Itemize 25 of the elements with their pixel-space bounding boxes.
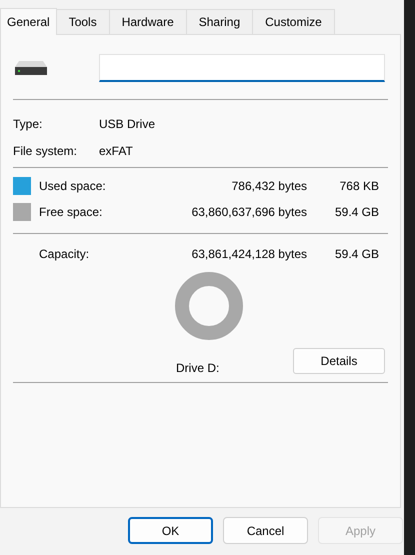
- space-label: Used space:: [39, 178, 107, 195]
- tab[interactable]: Sharing: [186, 9, 254, 34]
- donut-drawing: [174, 272, 242, 340]
- space-bytes: 786,432 bytes: [230, 178, 307, 195]
- dialog-button[interactable]: OK: [128, 517, 213, 544]
- capacity-label: Capacity:: [39, 246, 90, 263]
- name-field[interactable]: [99, 54, 385, 82]
- space-size: 768 KB: [338, 178, 379, 195]
- space-label: Free space:: [39, 204, 104, 221]
- tab[interactable]: Customize: [253, 9, 335, 34]
- space-bytes: 63,860,637,696 bytes: [190, 204, 307, 221]
- property-label: Type:: [13, 116, 44, 132]
- property-value: USB Drive: [99, 116, 156, 132]
- capacity-size: 59.4 GB: [334, 246, 379, 263]
- drive-icon: [15, 61, 47, 75]
- dialog-button[interactable]: Cancel: [223, 517, 308, 544]
- capacity-bytes: 63,861,424,128 bytes: [190, 246, 307, 263]
- property-label: File system:: [13, 142, 78, 160]
- tab[interactable]: General: [0, 8, 57, 35]
- tab[interactable]: Hardware: [110, 9, 187, 34]
- details-button[interactable]: Details: [293, 348, 385, 374]
- tab[interactable]: Tools: [56, 9, 110, 34]
- space-size: 59.4 GB: [334, 204, 379, 221]
- drive-label: Drive D:: [176, 360, 220, 377]
- property-value: exFAT: [99, 142, 133, 160]
